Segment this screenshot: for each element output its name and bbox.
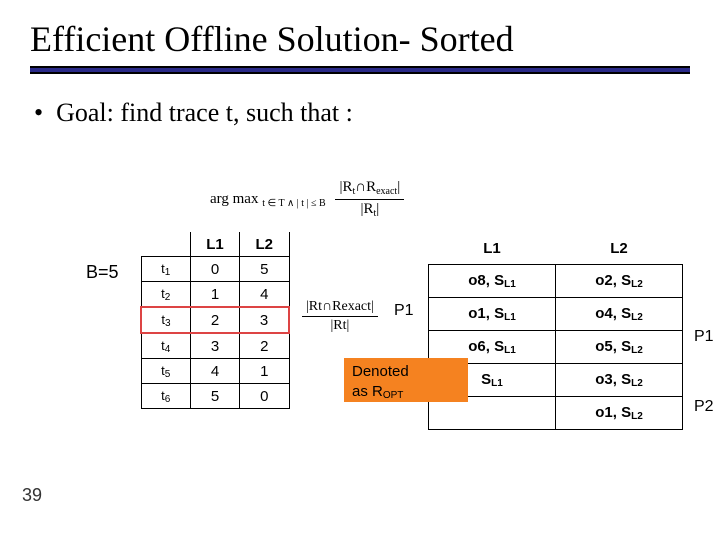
frac-den: |Rt| (335, 200, 404, 219)
trace-cell: 1 (191, 282, 240, 308)
page-number: 39 (22, 485, 42, 506)
result-row: o1, SL1 o4, SL2 (429, 298, 683, 331)
trace-header-row: L1 L2 (141, 232, 289, 257)
mid-formula: |Rt∩Rexact| |Rt| (302, 300, 378, 333)
argmax-fraction: |Rt∩Rexact| |Rt| (335, 180, 404, 219)
result-cell: o4, SL2 (556, 298, 683, 331)
trace-row-id: t6 (141, 384, 191, 409)
denoted-sub: OPT (383, 390, 404, 401)
bullet: • (34, 98, 43, 127)
frac-num: |Rt∩Rexact| (335, 180, 404, 200)
trace-row: t2 1 4 (141, 282, 289, 308)
result-header-row: L1 L2 (429, 232, 683, 265)
trace-row: t4 3 2 (141, 333, 289, 359)
title-rule (30, 66, 690, 74)
trace-header-l2: L2 (240, 232, 290, 257)
result-cell: o5, SL2 (556, 331, 683, 364)
trace-table: L1 L2 t1 0 5 t2 1 4 t3 2 3 t4 3 (140, 232, 290, 409)
trace-row-highlight: t3 2 3 (141, 307, 289, 333)
result-cell: o8, SL1 (429, 265, 556, 298)
mid-fraction: |Rt∩Rexact| |Rt| (302, 300, 378, 333)
trace-cell: 3 (240, 307, 290, 333)
trace-header-blank (141, 232, 191, 257)
denoted-line1: Denoted (352, 363, 409, 380)
p2-right-label: P2 (694, 398, 714, 416)
argmax-sub: t ∈ T ∧ | t | ≤ B (262, 198, 326, 209)
trace-header-l1: L1 (191, 232, 240, 257)
p1-right-label: P1 (694, 328, 714, 346)
trace-row: t6 5 0 (141, 384, 289, 409)
denoted-callout: Denoted as ROPT (344, 358, 468, 402)
result-cell: o1, SL1 (429, 298, 556, 331)
result-row: o8, SL1 o2, SL2 (429, 265, 683, 298)
trace-cell: 1 (240, 359, 290, 384)
mid-frac-den: |Rt| (302, 317, 378, 333)
denoted-line2a: as R (352, 383, 383, 400)
result-cell: o2, SL2 (556, 265, 683, 298)
trace-row-id: t5 (141, 359, 191, 384)
result-header-l1: L1 (429, 232, 556, 265)
trace-row-id: t3 (141, 307, 191, 333)
slide: Efficient Offline Solution- Sorted • Goa… (0, 0, 720, 540)
trace-cell: 5 (240, 257, 290, 282)
result-header-l2: L2 (556, 232, 683, 265)
goal-text: Goal: find trace t, such that : (56, 98, 353, 127)
trace-cell: 2 (191, 307, 240, 333)
argmax-label: arg max t ∈ T ∧ | t | ≤ B (210, 191, 326, 209)
trace-cell: 0 (240, 384, 290, 409)
slide-title: Efficient Offline Solution- Sorted (0, 0, 720, 66)
trace-row: t5 4 1 (141, 359, 289, 384)
trace-cell: 5 (191, 384, 240, 409)
argmax-formula: arg max t ∈ T ∧ | t | ≤ B |Rt∩Rexact| |R… (210, 180, 404, 219)
p1-label: P1 (394, 302, 414, 320)
trace-row-id: t1 (141, 257, 191, 282)
trace-cell: 4 (191, 359, 240, 384)
result-cell: o3, SL2 (556, 364, 683, 397)
trace-cell: 3 (191, 333, 240, 359)
mid-frac-num: |Rt∩Rexact| (302, 300, 378, 317)
trace-cell: 4 (240, 282, 290, 308)
goal-line: • Goal: find trace t, such that : (0, 74, 720, 128)
trace-row-id: t2 (141, 282, 191, 308)
trace-cell: 2 (240, 333, 290, 359)
trace-row: t1 0 5 (141, 257, 289, 282)
trace-row-id: t4 (141, 333, 191, 359)
b-label: B=5 (86, 262, 119, 283)
trace-cell: 0 (191, 257, 240, 282)
result-cell: o1, SL2 (556, 397, 683, 430)
